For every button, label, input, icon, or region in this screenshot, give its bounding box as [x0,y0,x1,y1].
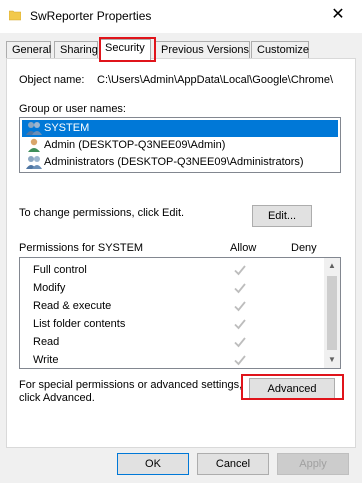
folder-icon [9,10,21,21]
permissions-header: Permissions for SYSTEM [19,242,144,254]
tab-customize[interactable]: Customize [251,41,309,59]
allow-check-icon [234,301,246,312]
allow-check-icon [234,283,246,294]
permission-name: Read [33,336,60,348]
permission-name: Write [33,354,59,366]
apply-button[interactable]: Apply [277,453,349,475]
permission-name: Read & execute [33,300,112,312]
permission-row: Full control [20,262,320,280]
object-name-value: C:\Users\Admin\AppData\Local\Google\Chro… [97,74,333,86]
edit-button[interactable]: Edit... [252,205,312,227]
title-bar: SwReporter Properties ✕ [0,0,362,33]
ok-button[interactable]: OK [117,453,189,475]
list-item-administrators[interactable]: Administrators (DESKTOP-Q3NEE09\Administ… [22,154,338,171]
permission-name: Full control [33,264,87,276]
allow-check-icon [234,265,246,276]
permission-row: Modify [20,280,320,298]
permission-row: Read & execute [20,298,320,316]
list-item-label: SYSTEM [44,122,90,134]
tab-general[interactable]: General [6,41,51,59]
dialog-footer: OK Cancel Apply [0,448,362,483]
group-names-label: Group or user names: [19,103,126,115]
users-group-icon [26,122,42,135]
tab-sharing[interactable]: Sharing [54,41,98,59]
scroll-up-icon[interactable]: ▲ [324,258,340,274]
scrollbar-thumb[interactable] [327,276,337,350]
group-names-list[interactable]: SYSTEM Admin (DESKTOP-Q3NEE09\Admin) Adm… [19,117,341,173]
list-item-admin[interactable]: Admin (DESKTOP-Q3NEE09\Admin) [22,137,338,154]
scroll-down-icon[interactable]: ▼ [324,352,340,368]
special-text-line2: click Advanced. [19,392,95,404]
tab-previous-versions[interactable]: Previous Versions [155,41,250,59]
permission-row: Read [20,334,320,352]
users-group-icon [26,156,42,169]
permissions-list[interactable]: Full control Modify Read & execute List fol… [19,257,341,369]
window-title: SwReporter Properties [30,9,152,23]
security-panel: Object name: C:\Users\Admin\AppData\Loca… [6,58,356,448]
permission-row: Write [20,352,320,368]
permission-row: List folder contents [20,316,320,334]
allow-check-icon [234,355,246,366]
list-item-label: Admin (DESKTOP-Q3NEE09\Admin) [44,139,226,151]
close-icon[interactable]: ✕ [328,5,348,25]
deny-column-header: Deny [291,242,317,254]
object-name-label: Object name: [19,74,85,86]
cancel-button[interactable]: Cancel [197,453,269,475]
tab-strip: General Sharing Security Previous Versio… [6,39,356,60]
scrollbar[interactable]: ▲ ▼ [324,258,340,368]
special-permissions-text: For special permissions or advanced sett… [19,379,249,405]
allow-check-icon [234,337,246,348]
change-permissions-text: To change permissions, click Edit. [19,207,185,219]
allow-column-header: Allow [230,242,257,254]
special-text-line1: For special permissions or advanced sett… [19,379,243,391]
list-item-system[interactable]: SYSTEM [22,120,338,137]
allow-check-icon [234,319,246,330]
tab-security[interactable]: Security [99,39,151,60]
user-icon [28,138,40,152]
list-item-label: Administrators (DESKTOP-Q3NEE09\Administ… [44,156,304,168]
permission-name: Modify [33,282,66,294]
advanced-button[interactable]: Advanced [249,378,335,400]
permission-name: List folder contents [33,318,126,330]
